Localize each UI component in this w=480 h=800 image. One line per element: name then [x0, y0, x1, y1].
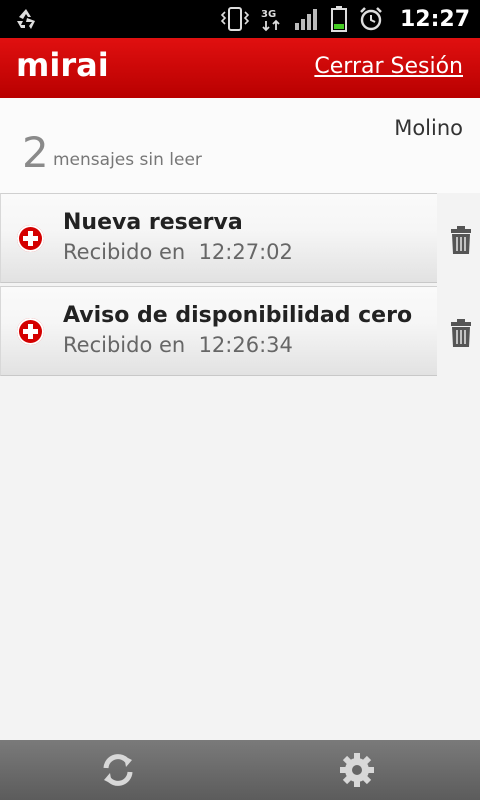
summary-panel: Molino 2 mensajes sin leer — [0, 98, 480, 193]
user-name: Molino — [394, 116, 463, 140]
3g-icon: 3G — [261, 9, 280, 32]
refresh-icon[interactable] — [98, 750, 138, 790]
message-title: Aviso de disponibilidad cero — [63, 303, 413, 328]
clock: 12:27 — [399, 6, 470, 32]
alarm-icon — [360, 7, 382, 31]
received-label: Recibido en — [63, 333, 186, 357]
expand-plus-icon[interactable] — [17, 318, 44, 345]
message-received: Recibido en 12:27:02 — [63, 240, 293, 264]
unread-label: mensajes sin leer — [53, 150, 202, 170]
received-time: 12:27:02 — [198, 240, 293, 264]
message-item[interactable]: Nueva reserva Recibido en 12:27:02 — [0, 193, 471, 283]
bottom-toolbar — [0, 740, 480, 800]
trash-icon[interactable] — [448, 318, 474, 348]
received-label: Recibido en — [63, 240, 186, 264]
app-header: mirai Cerrar Sesión — [0, 38, 480, 98]
message-received: Recibido en 12:26:34 — [63, 333, 293, 357]
expand-plus-icon[interactable] — [17, 225, 44, 252]
recycle-icon — [17, 9, 35, 29]
trash-icon[interactable] — [448, 225, 474, 255]
message-item[interactable]: Aviso de disponibilidad cero Recibido en… — [0, 286, 471, 376]
message-list: Nueva reserva Recibido en 12:27:02 Aviso… — [0, 193, 480, 379]
unread-count: 2 — [22, 128, 49, 177]
battery-icon — [330, 6, 347, 32]
logout-link[interactable]: Cerrar Sesión — [314, 54, 463, 79]
status-bar: 3G 12:27 — [0, 0, 480, 38]
signal-icon — [294, 9, 317, 30]
app-logo: mirai — [16, 46, 109, 84]
message-title: Nueva reserva — [63, 210, 243, 235]
vibrate-icon — [220, 7, 250, 31]
svg-text:3G: 3G — [261, 9, 276, 20]
received-time: 12:26:34 — [198, 333, 293, 357]
settings-icon[interactable] — [337, 750, 377, 790]
